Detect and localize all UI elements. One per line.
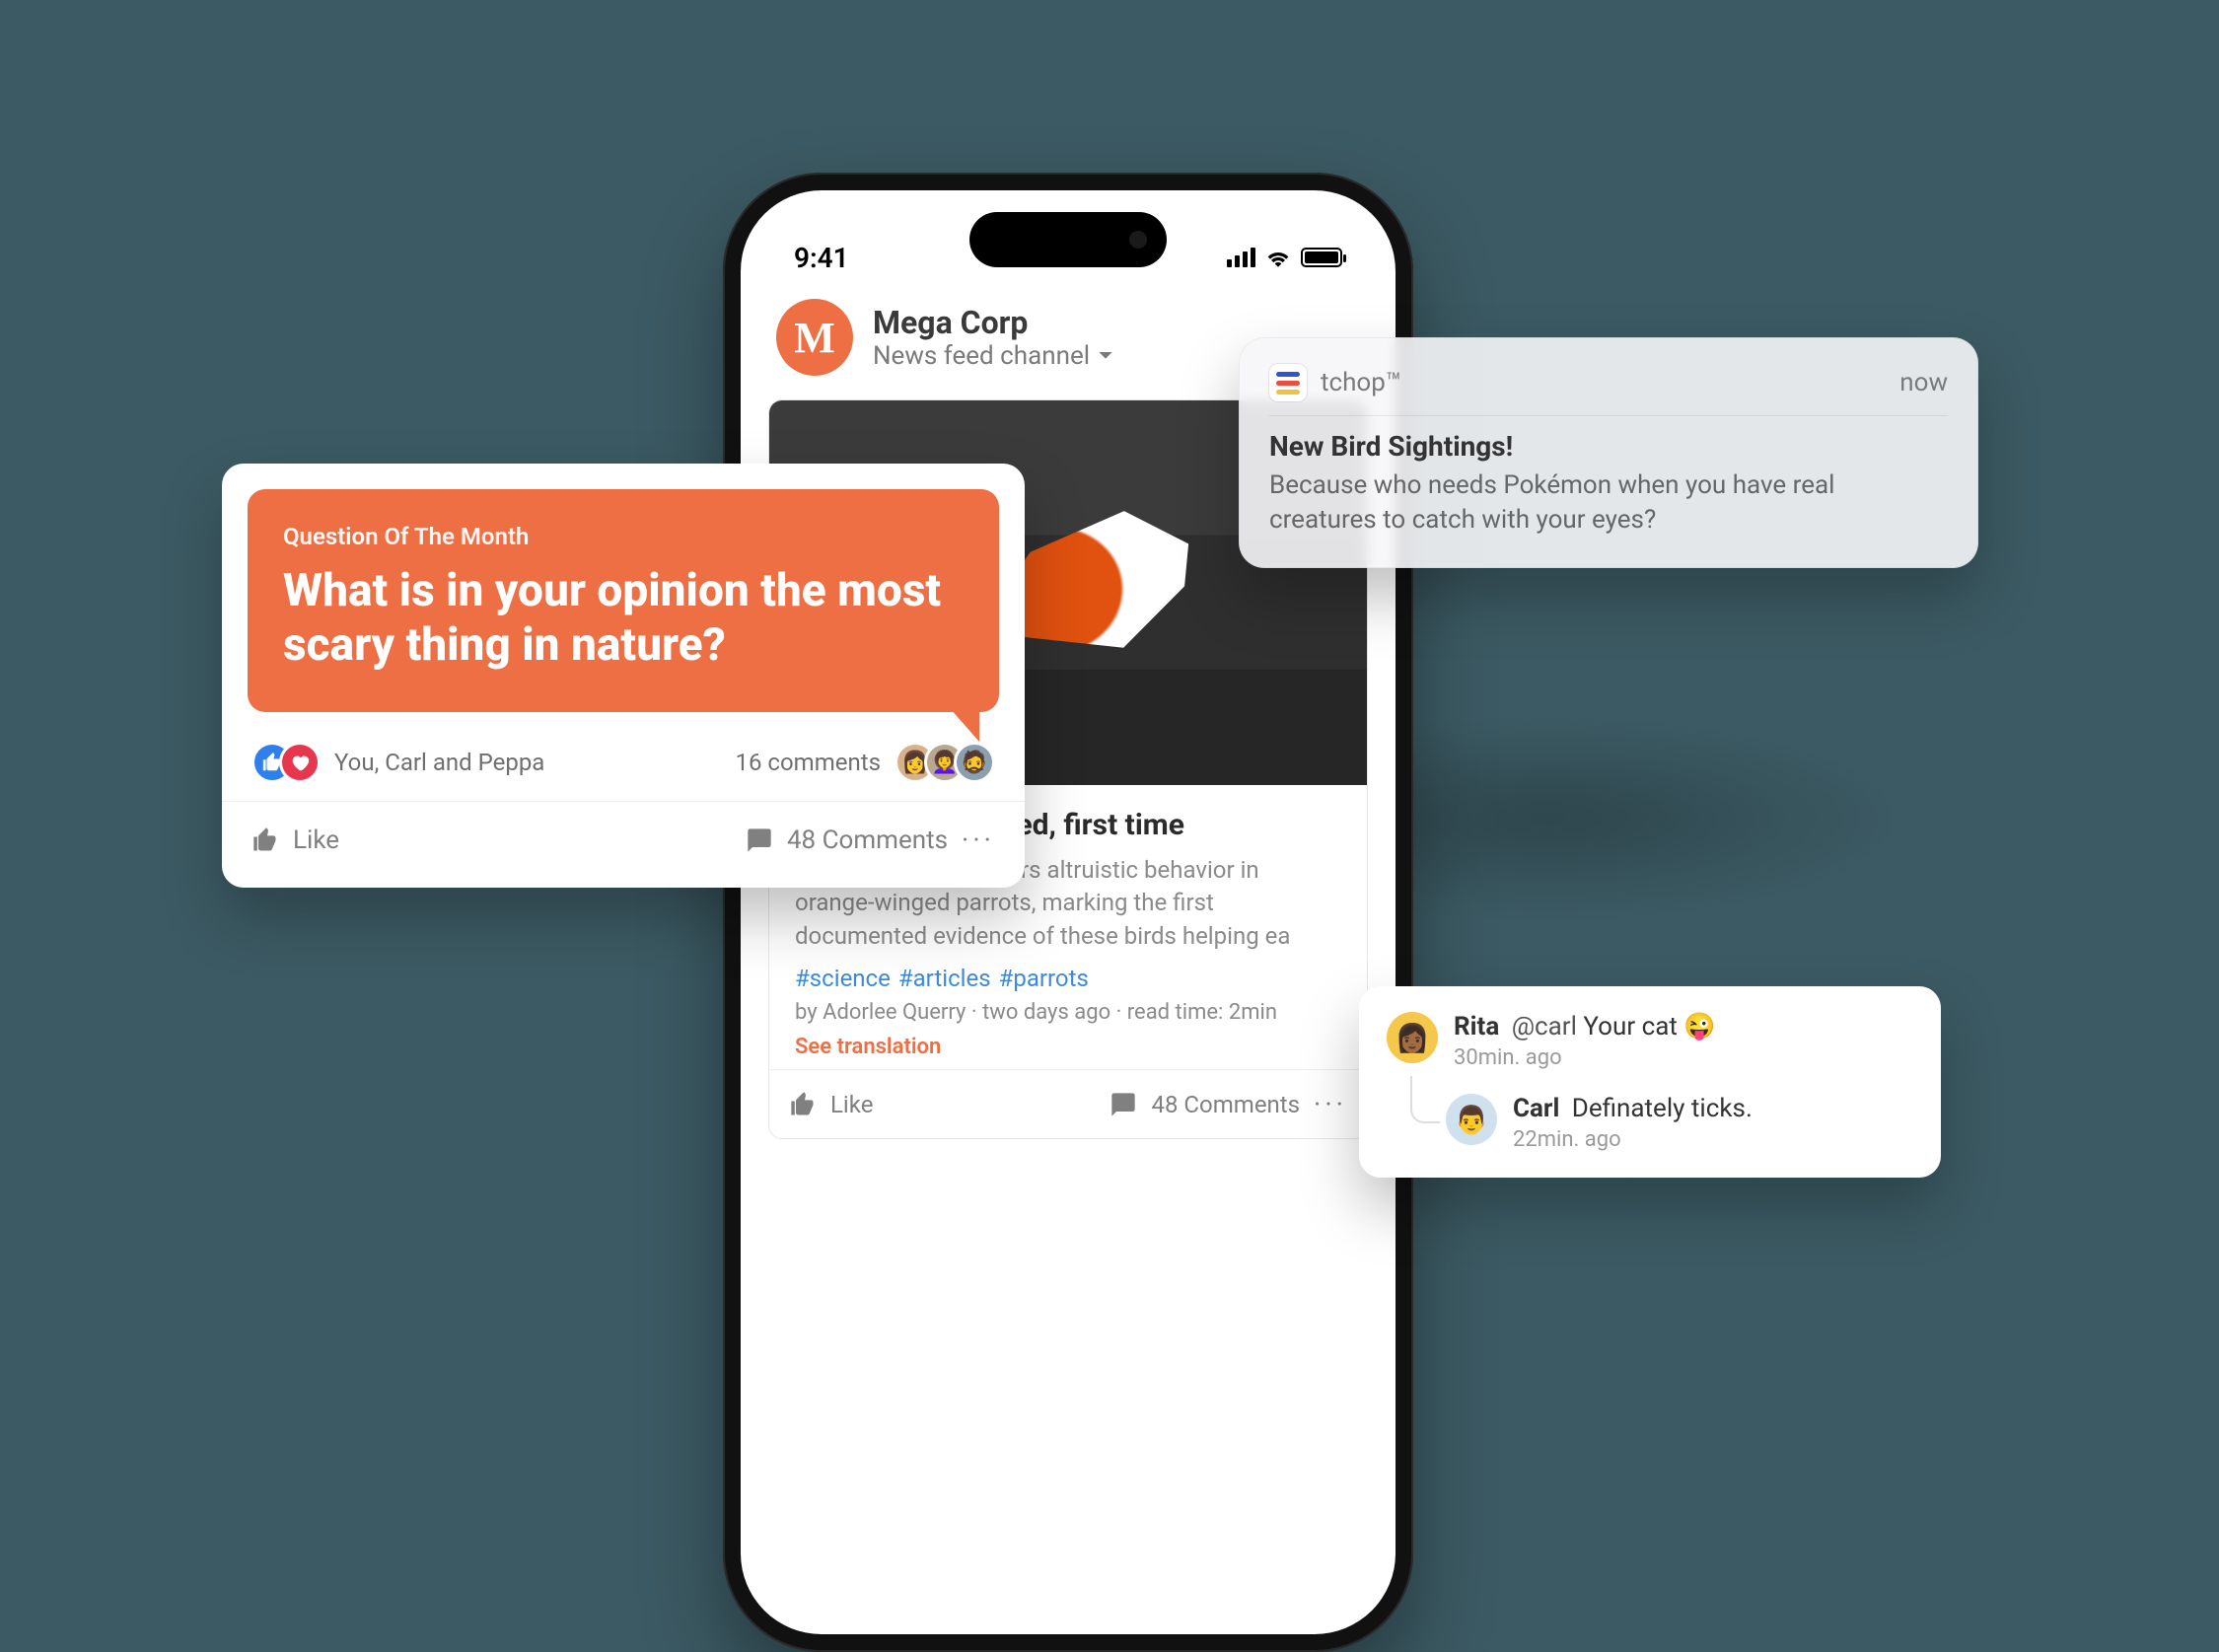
avatar[interactable]: 👨 — [1446, 1094, 1497, 1145]
tag[interactable]: #parrots — [999, 965, 1089, 992]
status-time: 9:41 — [794, 242, 849, 274]
comments-button[interactable]: 48 Comments — [1151, 1091, 1300, 1118]
question-text: What is in your opinion the most scary t… — [283, 564, 964, 673]
comment-body: Your cat — [1583, 1012, 1677, 1041]
channel-subtitle-text: News feed channel — [873, 341, 1090, 371]
app-icon — [1269, 364, 1307, 401]
like-button[interactable]: Like — [293, 826, 339, 855]
dynamic-island — [969, 212, 1167, 267]
avatar[interactable]: 👩🏾 — [1387, 1012, 1438, 1063]
channel-title: Mega Corp — [873, 304, 1360, 341]
question-action-bar: Like 48 Comments ··· — [222, 801, 1025, 878]
comments-button[interactable]: 48 Comments — [787, 826, 948, 855]
channel-avatar: M — [776, 299, 853, 376]
comment-icon[interactable] — [746, 826, 773, 854]
cellular-icon — [1227, 248, 1255, 267]
chevron-down-icon — [1098, 348, 1113, 364]
thumbs-up-icon[interactable] — [251, 826, 279, 854]
push-body: Because who needs Pokémon when you have … — [1269, 468, 1948, 538]
reactions-row: You, Carl and Peppa 16 comments 👩 👩‍🦱 🧔 — [222, 738, 1025, 801]
tag[interactable]: #science — [795, 965, 891, 992]
avatar: 🧔 — [954, 742, 995, 783]
like-button[interactable]: Like — [830, 1091, 873, 1118]
battery-icon — [1301, 248, 1342, 267]
thumbs-up-icon[interactable] — [789, 1091, 817, 1118]
comment-user[interactable]: Rita — [1454, 1012, 1499, 1041]
comments-count[interactable]: 16 comments — [736, 749, 882, 776]
comment-row: 👩🏾 Rita @carl Your cat 😜 30min. ago — [1387, 1012, 1913, 1070]
comments-card[interactable]: 👩🏾 Rita @carl Your cat 😜 30min. ago 👨 Ca… — [1359, 986, 1941, 1178]
question-card[interactable]: Question Of The Month What is in your op… — [222, 464, 1025, 888]
love-reaction-icon[interactable] — [279, 742, 321, 783]
wifi-icon — [1265, 248, 1291, 267]
comment-mention[interactable]: @carl — [1512, 1012, 1577, 1041]
push-notification[interactable]: tchop™ now New Bird Sightings! Because w… — [1239, 337, 1978, 568]
comment-emoji: 😜 — [1683, 1012, 1715, 1041]
comment-user[interactable]: Carl — [1513, 1094, 1559, 1123]
comment-time: 30min. ago — [1454, 1045, 1913, 1070]
article-byline: by Adorlee Querry · two days ago · read … — [795, 1000, 1341, 1025]
more-icon[interactable]: ··· — [962, 824, 995, 856]
push-time: now — [1899, 368, 1948, 397]
comment-body: Definately ticks. — [1572, 1094, 1753, 1123]
push-title: New Bird Sightings! — [1269, 430, 1948, 463]
question-bubble: Question Of The Month What is in your op… — [248, 489, 999, 712]
comment-text: Carl Definately ticks. — [1513, 1094, 1913, 1123]
comment-icon[interactable] — [1110, 1091, 1137, 1118]
more-icon[interactable]: ··· — [1314, 1088, 1347, 1120]
push-app-name: tchop™ — [1321, 368, 1401, 397]
tag[interactable]: #articles — [898, 965, 991, 992]
commenter-avatars[interactable]: 👩 👩‍🦱 🧔 — [895, 742, 995, 783]
see-translation-link[interactable]: See translation — [795, 1035, 1341, 1059]
article-action-bar: Like 48 Comments ··· — [769, 1069, 1367, 1138]
question-kicker: Question Of The Month — [283, 523, 964, 550]
reactions-summary[interactable]: You, Carl and Peppa — [334, 749, 544, 776]
article-tags[interactable]: #science #articles #parrots — [795, 965, 1341, 992]
comment-text: Rita @carl Your cat 😜 — [1454, 1012, 1913, 1041]
comment-row: 👨 Carl Definately ticks. 22min. ago — [1446, 1094, 1913, 1152]
comment-time: 22min. ago — [1513, 1127, 1913, 1152]
